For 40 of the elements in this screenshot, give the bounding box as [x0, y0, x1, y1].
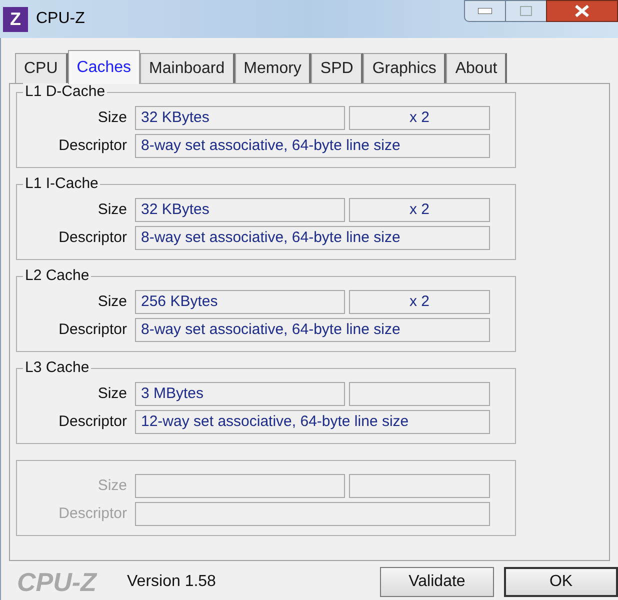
field-label: Size	[96, 108, 127, 128]
app-logo: Z	[3, 6, 28, 32]
value-field: 12-way set associative, 64-byte line size	[135, 410, 490, 434]
value-field: 256 KBytes	[135, 290, 345, 314]
field-label: Descriptor	[58, 228, 127, 248]
value-field: 8-way set associative, 64-byte line size	[135, 134, 490, 158]
value-field: 8-way set associative, 64-byte line size	[135, 318, 490, 342]
field-label: Size	[96, 292, 127, 312]
field-label: Descriptor	[58, 320, 127, 340]
tab[interactable]: CPU	[15, 53, 68, 83]
field-label: Size	[96, 384, 127, 404]
tab[interactable]: About	[446, 53, 508, 83]
value-field: x 2	[349, 290, 490, 314]
version-label: Version 1.58	[127, 572, 216, 592]
maximize-button[interactable]	[506, 0, 546, 22]
field-label: Size	[96, 200, 127, 220]
value-field: x 2	[349, 198, 490, 222]
tab[interactable]: Graphics	[363, 53, 446, 83]
value-field: x 2	[349, 106, 490, 130]
window-title: CPU-Z	[36, 9, 85, 29]
value-field: 3 MBytes	[135, 382, 345, 406]
maximize-icon	[520, 6, 532, 16]
tab[interactable]: Mainboard	[140, 53, 235, 83]
value-field: 8-way set associative, 64-byte line size	[135, 226, 490, 250]
dialog-button[interactable]: Validate	[380, 567, 494, 597]
field-label: Descriptor	[58, 412, 127, 432]
field-label: Size	[96, 476, 127, 496]
value-field: 32 KBytes	[135, 106, 345, 130]
field-label: Descriptor	[58, 504, 127, 524]
field-label: Descriptor	[58, 136, 127, 156]
tab[interactable]: Caches	[68, 50, 140, 84]
close-icon	[575, 5, 589, 17]
tab[interactable]: SPD	[311, 53, 364, 83]
value-field: 32 KBytes	[135, 198, 345, 222]
close-button[interactable]	[546, 0, 618, 22]
tab[interactable]: Memory	[234, 53, 312, 83]
minimize-icon	[478, 8, 492, 14]
dialog-button[interactable]: OK	[504, 567, 618, 597]
minimize-button[interactable]	[464, 0, 506, 22]
footer-logo: CPU-Z	[17, 566, 98, 598]
